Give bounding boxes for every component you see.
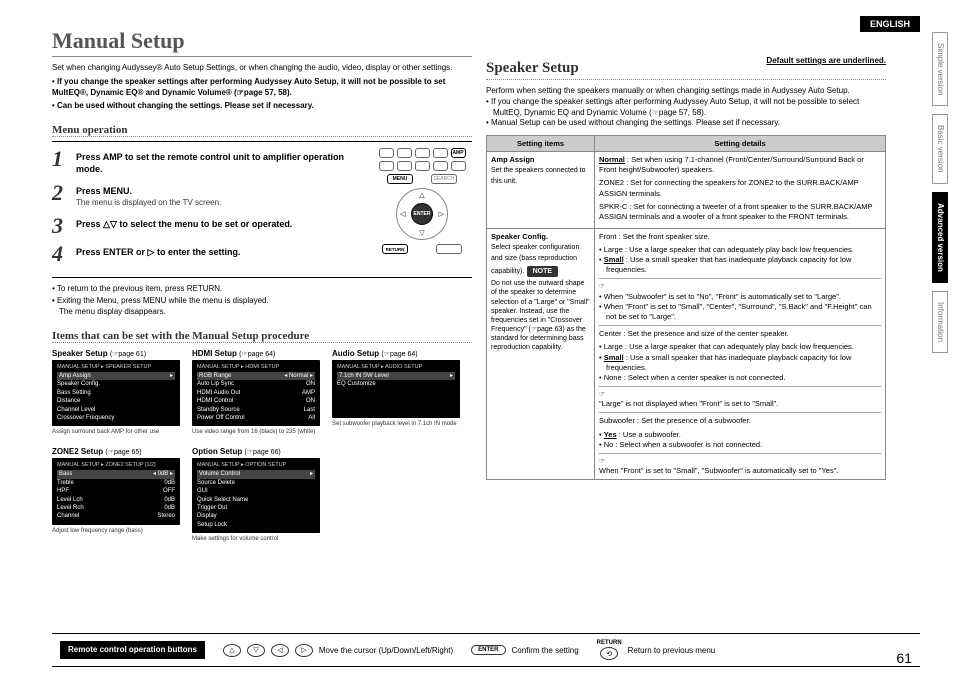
arrow-left-icon: ◁ (400, 210, 405, 218)
steps-box: AMP MENU SEARCH △ ▽ ◁ ▷ (52, 141, 472, 277)
arrow-down-icon: ▽ (419, 229, 424, 237)
row-amp-assign-details: Normal : Normal : Set when using 7.1-cha… (595, 152, 886, 229)
pointer-icon (599, 282, 881, 291)
remote-btn (433, 148, 448, 158)
panel-audio-setup: Audio Setup (☞page 64) MANUAL SETUP ▸ AU… (332, 349, 460, 435)
panel-hdmi-setup: HDMI Setup (☞page 64) MANUAL SETUP ▸ HDM… (192, 349, 320, 435)
remote-enter-button: ENTER (411, 203, 433, 225)
remote-return-button: RETURN (382, 244, 408, 254)
footer-bar: Remote control operation buttons △ ▽ ◁ ▷… (52, 633, 920, 667)
remote-btn (397, 148, 412, 158)
page-title: Manual Setup (52, 28, 472, 57)
remote-diagram: AMP MENU SEARCH △ ▽ ◁ ▷ (376, 148, 468, 246)
cursor-left-icon: ◁ (271, 644, 289, 657)
panel-option-setup: Option Setup (☞page 66) MANUAL SETUP ▸ O… (192, 447, 320, 542)
settings-table: Setting items Setting details Amp Assign… (486, 135, 886, 480)
footer-return-group: RETURN ⟲ Return to previous menu (597, 640, 716, 660)
col-setting-items: Setting items (487, 136, 595, 152)
panel-speaker-setup: Speaker Setup (☞page 61) MANUAL SETUP ▸ … (52, 349, 180, 435)
cursor-up-icon: △ (223, 644, 241, 657)
enter-button-icon: ENTER (471, 645, 505, 655)
note-badge: NOTE (527, 266, 558, 277)
pointer-icon (599, 457, 881, 466)
remote-search-button: SEARCH (431, 174, 457, 184)
items-heading: Items that can be set with the Manual Se… (52, 330, 472, 343)
tab-information[interactable]: Information (932, 291, 948, 353)
footer-enter-group: ENTER Confirm the setting (471, 645, 578, 655)
remote-amp-button: AMP (451, 148, 466, 158)
remote-btn (379, 148, 394, 158)
remote-btn (415, 148, 430, 158)
remote-menu-button: MENU (387, 174, 413, 184)
remote-btn (451, 161, 466, 171)
side-tabs: Simple version Basic version Advanced ve… (932, 32, 948, 353)
row-speaker-config-details: Front : Set the front speaker size. Larg… (595, 228, 886, 479)
arrow-up-icon: △ (419, 191, 424, 199)
pointer-icon (599, 390, 881, 399)
page-number: 61 (896, 650, 912, 666)
language-badge: ENGLISH (860, 16, 920, 32)
tab-advanced-version[interactable]: Advanced version (932, 192, 948, 283)
remote-btn (379, 161, 394, 171)
col-setting-details: Setting details (595, 136, 886, 152)
intro-block: Set when changing Audyssey® Auto Setup S… (52, 63, 472, 112)
after-steps-notes: To return to the previous item, press RE… (52, 284, 472, 318)
remote-btn (436, 244, 462, 254)
footer-cursor-group: △ ▽ ◁ ▷ Move the cursor (Up/Down/Left/Ri… (223, 644, 453, 657)
arrow-right-icon: ▷ (439, 210, 444, 218)
remote-btn (397, 161, 412, 171)
speaker-intro: Perform when setting the speakers manual… (486, 86, 886, 129)
osd-panels: Speaker Setup (☞page 61) MANUAL SETUP ▸ … (52, 349, 472, 542)
tab-simple-version[interactable]: Simple version (932, 32, 948, 106)
remote-btn (433, 161, 448, 171)
tab-basic-version[interactable]: Basic version (932, 114, 948, 184)
remote-btn (415, 161, 430, 171)
default-settings-note: Default settings are underlined. (766, 56, 886, 65)
footer-badge: Remote control operation buttons (60, 641, 205, 659)
cursor-right-icon: ▷ (295, 644, 313, 657)
panel-zone2-setup: ZONE2 Setup (☞page 65) MANUAL SETUP ▸ ZO… (52, 447, 180, 542)
return-button-icon: ⟲ (600, 647, 618, 660)
menu-operation-heading: Menu operation (52, 124, 472, 137)
row-amp-assign: Amp Assign Set the speakers connected to… (487, 152, 595, 229)
row-speaker-config: Speaker Config. Select speaker configura… (487, 228, 595, 479)
cursor-down-icon: ▽ (247, 644, 265, 657)
remote-dpad: △ ▽ ◁ ▷ ENTER (396, 188, 448, 240)
